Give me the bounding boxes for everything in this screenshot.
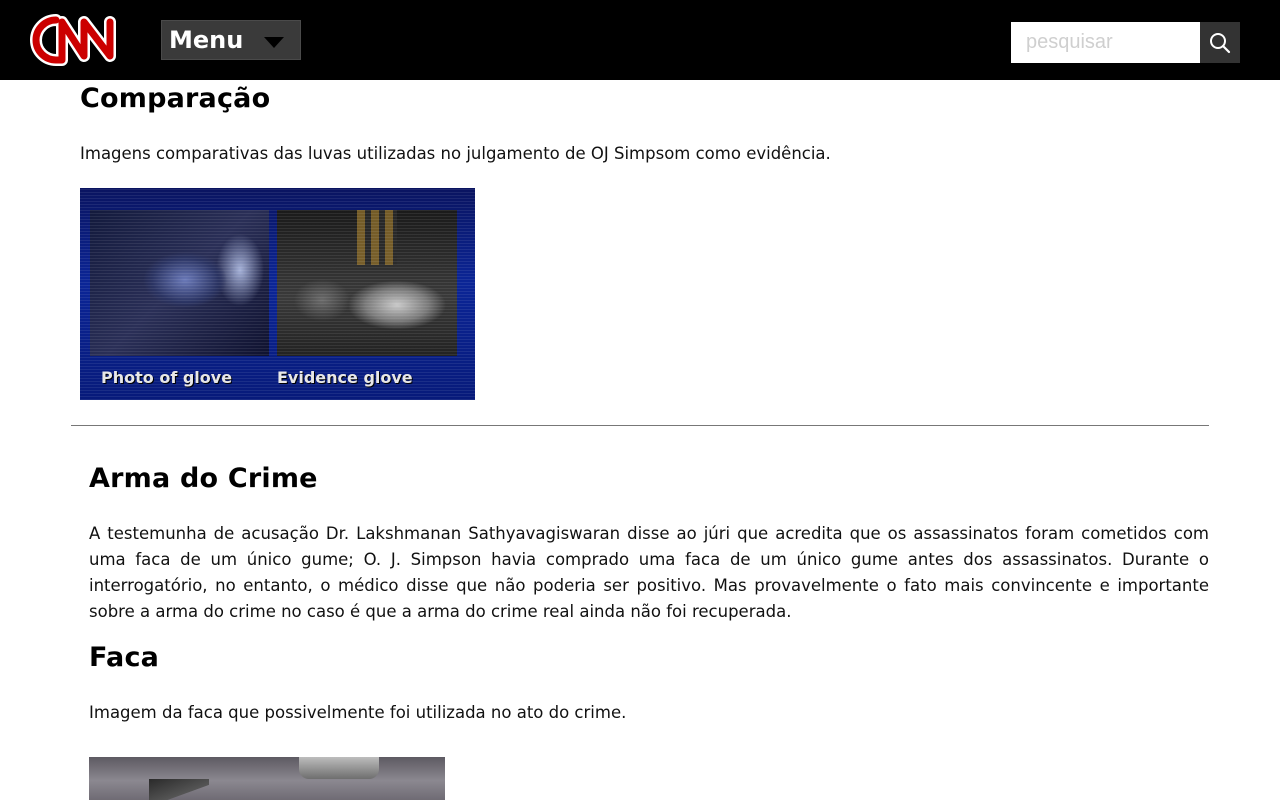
glove-comparison-image: Photo of glove Evidence glove: [80, 188, 475, 400]
search-icon: [1210, 32, 1231, 53]
menu-button[interactable]: Menu: [161, 20, 301, 60]
search-button[interactable]: [1200, 22, 1240, 63]
cnn-logo-icon: [30, 14, 116, 66]
section-divider: [71, 425, 1209, 426]
menu-label: Menu: [169, 26, 244, 54]
section-body: A testemunha de acusação Dr. Lakshmanan …: [89, 524, 1209, 621]
section-description: Imagens comparativas das luvas utilizada…: [80, 144, 831, 163]
top-navbar: Menu: [0, 0, 1280, 80]
knife-image: [89, 757, 445, 800]
section-title: Arma do Crime: [89, 463, 318, 494]
caption-photo-of-glove: Photo of glove: [101, 368, 233, 387]
search-input[interactable]: [1011, 22, 1200, 63]
cnn-logo[interactable]: [26, 12, 136, 68]
caption-evidence-glove: Evidence glove: [277, 368, 413, 387]
section-title: Comparação: [80, 83, 271, 114]
caret-down-icon: [264, 37, 284, 48]
subsection-description: Imagem da faca que possivelmente foi uti…: [89, 703, 627, 722]
subsection-title: Faca: [89, 642, 160, 673]
section-comparacao: Comparação Imagens comparativas das luva…: [80, 80, 1210, 167]
section-arma-do-crime: Arma do Crime A testemunha de acusação D…: [89, 460, 1209, 726]
